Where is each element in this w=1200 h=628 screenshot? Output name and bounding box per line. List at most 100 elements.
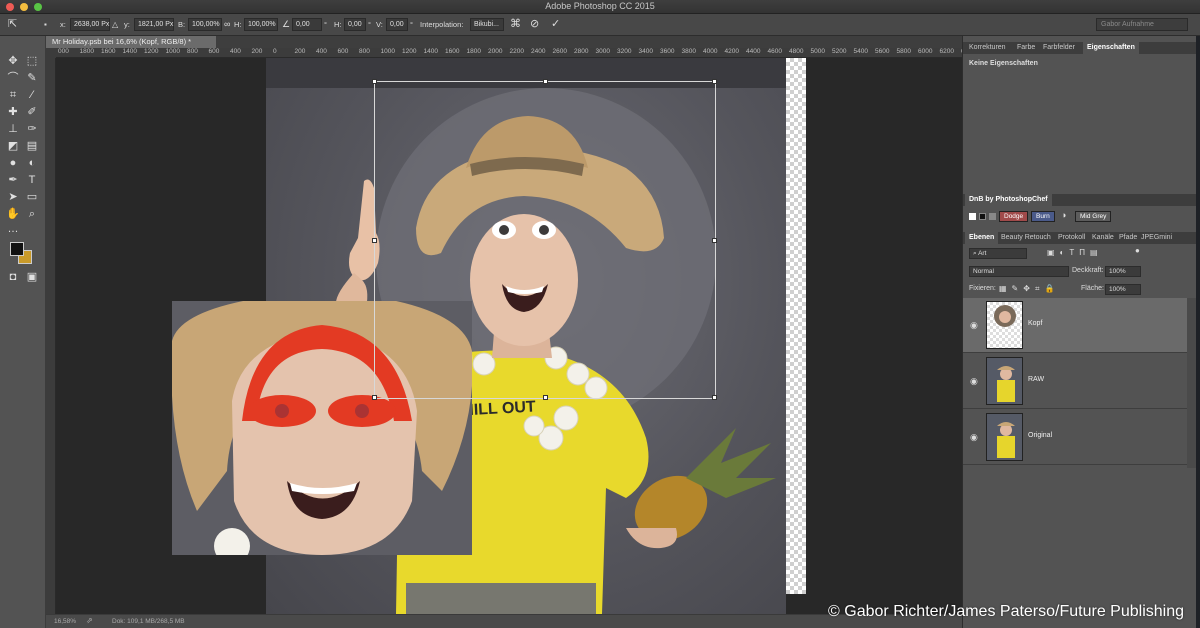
workspace-selector[interactable]: Gabor Aufnahme xyxy=(1096,18,1188,31)
visibility-eye-icon[interactable]: ◉ xyxy=(970,376,978,387)
layer-name[interactable]: Kopf xyxy=(1028,320,1042,327)
reference-point-icon[interactable]: ▪ xyxy=(44,18,47,31)
history-brush-tool-icon[interactable]: ✑ xyxy=(24,122,40,137)
transform-tool-icon[interactable]: ⇱ xyxy=(8,18,17,31)
tab-protokoll[interactable]: Protokoll xyxy=(1058,234,1085,241)
quick-select-tool-icon[interactable]: ✎ xyxy=(24,71,40,86)
lasso-tool-icon[interactable]: ⌒ xyxy=(5,71,21,86)
eyedropper-tool-icon[interactable]: ⁄ xyxy=(24,88,40,103)
rotation-field[interactable]: 0,00 xyxy=(292,18,322,31)
delta-icon[interactable]: △ xyxy=(112,18,118,31)
dodge-button[interactable]: Dodge xyxy=(999,211,1029,222)
ruler-tick-label: 6000 xyxy=(918,48,933,55)
mid-grey-button[interactable]: Mid Grey xyxy=(1075,211,1112,222)
move-tool-icon[interactable]: ✥ xyxy=(5,54,21,69)
interpolation-select[interactable]: Bikubi... xyxy=(470,18,504,31)
filter-toggle-icon[interactable]: ● xyxy=(1135,246,1140,255)
tab-pfade[interactable]: Pfade xyxy=(1119,234,1137,241)
layer-row-kopf[interactable]: ◉ Kopf xyxy=(963,298,1187,353)
transform-handle-bottom[interactable] xyxy=(543,395,548,400)
more-tools-icon[interactable]: … xyxy=(5,222,21,237)
transform-handle-bottom-right[interactable] xyxy=(712,395,717,400)
height-percent-field[interactable]: 100,00% xyxy=(244,18,278,31)
y-label: y: xyxy=(124,20,130,29)
quick-mask-icon[interactable]: ◘ xyxy=(5,270,21,285)
horizontal-ruler[interactable]: 000 1800 1600 1400 1200 1000 800 600 400 200 0 200 4… xyxy=(56,48,962,58)
layer-filter-select[interactable]: ⌕ Art xyxy=(969,248,1027,259)
transform-handle-right[interactable] xyxy=(712,238,717,243)
ruler-tick-label: 6200 xyxy=(939,48,954,55)
foreground-color-swatch[interactable] xyxy=(10,242,24,256)
right-panel-dock: Korrekturen Farbe Farbfelder Eigenschaft… xyxy=(962,36,1200,628)
opacity-field[interactable]: 100% xyxy=(1105,266,1141,277)
tab-jpegmini[interactable]: JPEGmini xyxy=(1141,234,1172,241)
black-swatch-icon[interactable] xyxy=(979,213,986,220)
brush-tool-icon[interactable]: ✐ xyxy=(24,105,40,120)
clone-stamp-tool-icon[interactable]: ⊥ xyxy=(5,122,21,137)
ruler-tick-label: 3400 xyxy=(638,48,653,55)
v-skew-field[interactable]: 0,00 xyxy=(386,18,408,31)
tab-eigenschaften[interactable]: Eigenschaften xyxy=(1083,42,1139,54)
grey-swatch-icon[interactable] xyxy=(989,213,996,220)
layer-filter-icons[interactable]: ▣◐TП▤ xyxy=(1047,248,1103,257)
commit-transform-icon[interactable]: ✓ xyxy=(551,18,560,31)
burn-button[interactable]: Burn xyxy=(1031,211,1055,222)
crop-tool-icon[interactable]: ⌗ xyxy=(5,88,21,103)
white-swatch-icon[interactable] xyxy=(969,213,976,220)
tab-farbfelder[interactable]: Farbfelder xyxy=(1043,44,1075,51)
dodge-tool-icon[interactable]: ◐ xyxy=(24,156,40,171)
eraser-tool-icon[interactable]: ◩ xyxy=(5,139,21,154)
share-icon[interactable]: ⇗ xyxy=(86,616,93,625)
layer-name[interactable]: RAW xyxy=(1028,376,1044,383)
ruler-origin[interactable] xyxy=(46,48,56,58)
cancel-transform-icon[interactable]: ⊘ xyxy=(530,18,539,31)
visibility-eye-icon[interactable]: ◉ xyxy=(970,320,978,331)
canvas-area[interactable]: CHILL OUT xyxy=(56,58,962,614)
fill-field[interactable]: 100% xyxy=(1105,284,1141,295)
width-percent-field[interactable]: 100,00% xyxy=(188,18,222,31)
warp-mode-icon[interactable]: ⌘ xyxy=(510,18,521,31)
free-transform-bounding-box[interactable] xyxy=(372,79,717,400)
link-proportions-icon[interactable]: ∞ xyxy=(224,18,230,31)
marquee-tool-icon[interactable]: ⬚ xyxy=(24,54,40,69)
rectangle-tool-icon[interactable]: ▭ xyxy=(24,190,40,205)
ruler-tick-label: 5600 xyxy=(875,48,890,55)
layer-name[interactable]: Original xyxy=(1028,432,1052,439)
ruler-tick-label: 1600 xyxy=(445,48,460,55)
tab-beauty-retouch[interactable]: Beauty Retouch xyxy=(1001,234,1051,241)
visibility-eye-icon[interactable]: ◉ xyxy=(970,432,978,443)
h-skew-field[interactable]: 0,00 xyxy=(344,18,366,31)
blend-mode-select[interactable]: Normal xyxy=(969,266,1069,277)
dnb-panel-title[interactable]: DnB by PhotoshopChef xyxy=(965,194,1052,206)
document-info[interactable]: Dok: 109,1 MB/268,5 MB xyxy=(112,618,185,625)
path-selection-tool-icon[interactable]: ➤ xyxy=(5,190,21,205)
desktop-edge xyxy=(1196,36,1200,628)
tab-korrekturen[interactable]: Korrekturen xyxy=(969,44,1006,51)
hand-tool-icon[interactable]: ✋ xyxy=(5,207,21,222)
y-position-field[interactable]: 1821,00 Px xyxy=(134,18,174,31)
tab-ebenen[interactable]: Ebenen xyxy=(965,232,999,244)
transform-handle-top[interactable] xyxy=(543,79,548,84)
vertical-ruler[interactable] xyxy=(46,58,56,614)
blur-tool-icon[interactable]: ● xyxy=(5,156,21,171)
zoom-level[interactable]: 16,58% xyxy=(54,618,76,625)
contrast-icon[interactable]: ◑ xyxy=(1061,210,1066,220)
x-position-field[interactable]: 2638,00 Px xyxy=(70,18,110,31)
tab-farbe[interactable]: Farbe xyxy=(1017,44,1035,51)
zoom-tool-icon[interactable]: ⌕ xyxy=(24,207,40,222)
layer-row-original[interactable]: ◉ Original xyxy=(963,410,1187,465)
transform-handle-top-left[interactable] xyxy=(372,79,377,84)
document-tab[interactable]: Mr Holiday.psb bei 16,6% (Kopf, RGB/8) * xyxy=(46,36,216,48)
tab-kanaele[interactable]: Kanäle xyxy=(1092,234,1114,241)
ruler-tick-label: 1000 xyxy=(380,48,395,55)
transform-handle-top-right[interactable] xyxy=(712,79,717,84)
transform-handle-bottom-left[interactable] xyxy=(372,395,377,400)
lock-icons[interactable]: ▦✎✥⌗🔒 xyxy=(999,284,1059,294)
screen-mode-icon[interactable]: ▣ xyxy=(24,270,40,285)
layer-row-raw[interactable]: ◉ RAW xyxy=(963,354,1187,409)
transform-handle-left[interactable] xyxy=(372,238,377,243)
pen-tool-icon[interactable]: ✒ xyxy=(5,173,21,188)
gradient-tool-icon[interactable]: ▤ xyxy=(24,139,40,154)
type-tool-icon[interactable]: T xyxy=(24,173,40,188)
healing-brush-tool-icon[interactable]: ✚ xyxy=(5,105,21,120)
